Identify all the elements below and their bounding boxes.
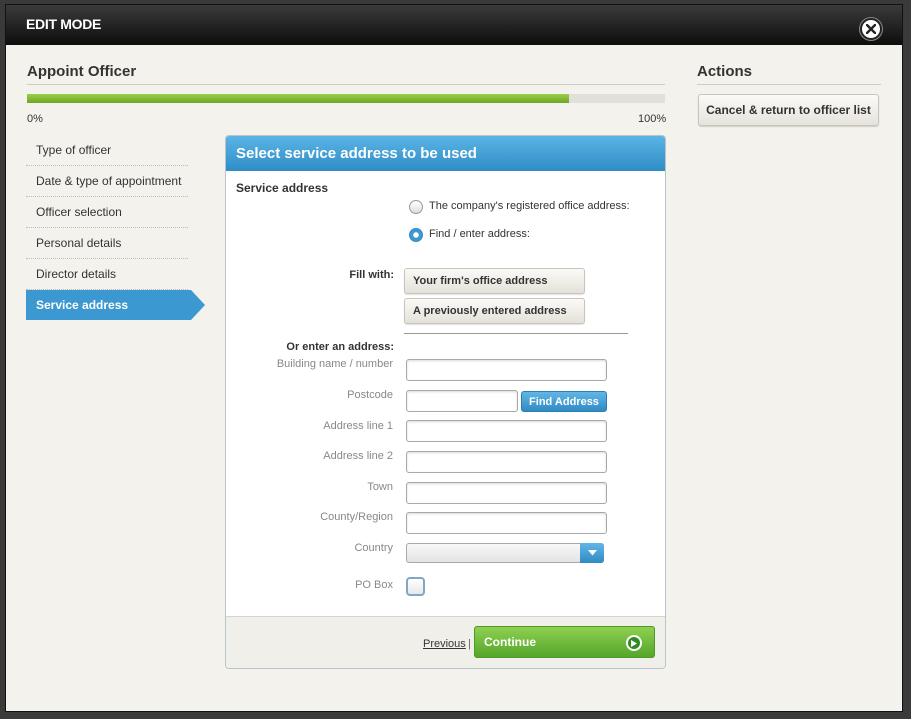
address-line2-input[interactable] (406, 451, 607, 473)
panel-footer: Previous | Continue (226, 616, 665, 668)
progress-fill (27, 94, 570, 103)
arrow-right-icon (626, 635, 642, 651)
step-list: Type of officer Date & type of appointme… (26, 135, 205, 320)
radio-registered-office-label: The company's registered office address: (429, 200, 630, 212)
step-date-type-appointment[interactable]: Date & type of appointment (26, 166, 188, 197)
pobox-checkbox[interactable] (406, 577, 425, 596)
building-label: Building name / number (276, 358, 393, 370)
chevron-down-icon[interactable] (580, 543, 604, 563)
edit-modal: EDIT MODE Appoint Officer 0% 100% Action… (5, 4, 903, 712)
or-enter-address-label: Or enter an address: (286, 341, 394, 353)
pobox-label: PO Box (355, 579, 393, 591)
modal-titlebar: EDIT MODE (6, 5, 902, 45)
actions-title: Actions (697, 63, 753, 80)
progress-bar (27, 94, 665, 103)
divider (27, 84, 665, 85)
address-line1-label: Address line 1 (323, 420, 393, 432)
continue-label: Continue (484, 635, 536, 649)
step-director-details[interactable]: Director details (26, 259, 188, 290)
service-address-panel: Select service address to be used Servic… (225, 135, 666, 669)
postcode-label: Postcode (347, 389, 393, 401)
building-input[interactable] (406, 359, 607, 381)
address-line2-label: Address line 2 (323, 450, 393, 462)
country-select[interactable] (406, 543, 604, 563)
radio-find-enter-label: Find / enter address: (429, 228, 530, 240)
address-line1-input[interactable] (406, 420, 607, 442)
cancel-return-button[interactable]: Cancel & return to officer list (698, 94, 879, 126)
divider (404, 333, 628, 334)
divider (697, 84, 881, 85)
step-type-of-officer[interactable]: Type of officer (26, 135, 188, 166)
county-input[interactable] (406, 512, 607, 534)
county-label: County/Region (320, 511, 393, 523)
progress-min-label: 0% (27, 113, 43, 125)
separator: | (468, 638, 471, 650)
firm-office-address-button[interactable]: Your firm's office address (404, 268, 585, 294)
close-button[interactable] (860, 18, 882, 40)
town-label: Town (367, 481, 393, 493)
postcode-input[interactable] (406, 390, 518, 412)
previous-link[interactable]: Previous (423, 638, 466, 650)
progress-max-label: 100% (638, 113, 667, 125)
page-title: Appoint Officer (27, 63, 137, 80)
step-officer-selection[interactable]: Officer selection (26, 197, 188, 228)
country-label: Country (354, 542, 393, 554)
step-service-address[interactable]: Service address (26, 290, 205, 320)
modal-title: EDIT MODE (26, 16, 102, 32)
panel-title: Select service address to be used (226, 136, 665, 171)
town-input[interactable] (406, 482, 607, 504)
radio-find-enter[interactable] (409, 228, 423, 242)
find-address-button[interactable]: Find Address (521, 391, 607, 412)
close-icon (866, 24, 876, 34)
radio-registered-office[interactable] (409, 200, 423, 214)
step-personal-details[interactable]: Personal details (26, 228, 188, 259)
continue-button[interactable]: Continue (474, 626, 655, 658)
service-address-label: Service address (236, 181, 329, 195)
fill-with-label: Fill with: (349, 269, 394, 281)
previous-address-button[interactable]: A previously entered address (404, 298, 585, 324)
